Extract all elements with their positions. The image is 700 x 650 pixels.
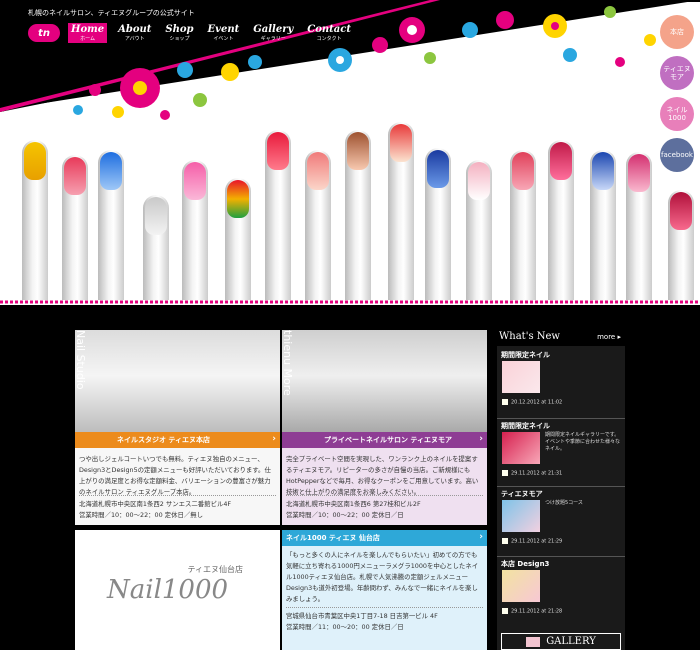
news-category: 期間限定ネイル (501, 351, 550, 359)
news-item[interactable]: 本店 Design3 29.11.2012 at 21:28 (497, 556, 625, 624)
arrow-right-icon: › (272, 434, 276, 444)
whats-new-more-link[interactable]: more ▸ (597, 333, 621, 341)
news-thumbnail (502, 570, 540, 602)
whats-new-title: What's New (499, 331, 560, 342)
whats-new-more-label: more (597, 333, 616, 341)
shop-photo-more (282, 330, 487, 432)
shop-vertical-title-honten: Nail Studio (75, 330, 87, 390)
nail1000-logo: ティエヌ仙台店 Nail1000 (107, 564, 257, 605)
news-category: ティエヌモア (501, 490, 543, 498)
side-button-more-label: ティエヌモア (663, 64, 691, 81)
news-thumbnail (502, 361, 540, 393)
header-hero: 札幌のネイルサロン、ティエヌグループの公式サイト tn Home ホーム Abo… (0, 0, 700, 305)
shop-card-nail1000[interactable]: ネイル1000 ティエヌ 仙台店 › 「もっと多くの人にネイルを楽しんでもらいた… (282, 530, 487, 650)
side-button-more[interactable]: ティエヌモア (660, 56, 694, 90)
calendar-icon (502, 470, 508, 476)
shop-hours-honten: 営業時間／10：00〜22：00 定休日／無し (79, 511, 204, 519)
news-description: つけ放題5コース (545, 500, 583, 506)
nail1000-logo-big: Nail1000 (107, 575, 229, 605)
shop-vertical-title-more: thienu More (282, 330, 294, 396)
shop-banner-more-label: プライベートネイルサロン ティエヌモア (324, 436, 453, 444)
news-thumbnail (502, 432, 540, 464)
nail-photo (0, 0, 700, 300)
shop-info-honten: 北海道札幌市中央区南1条西2 サンエス二番館ビル4F 営業時間／10：00〜22… (79, 492, 276, 521)
news-date-text: 20.12.2012 at 11:02 (511, 399, 563, 406)
shop-banner-honten[interactable]: ネイルスタジオ ティエヌ本店 › (75, 432, 280, 448)
side-button-facebook-label: facebook (661, 150, 693, 159)
news-thumbnail (502, 500, 540, 532)
nail1000-logo-panel[interactable]: ティエヌ仙台店 Nail1000 (75, 530, 280, 650)
news-description: 期間限定ネイルギャラリーです。イベントや季節に合わせた様々なネイル。 (545, 432, 621, 452)
calendar-icon (502, 608, 508, 614)
shop-photo-honten (75, 330, 280, 432)
news-category: 本店 Design3 (501, 560, 550, 568)
news-date: 20.12.2012 at 11:02 (502, 399, 562, 406)
news-date-text: 29.11.2012 at 21:29 (511, 538, 563, 545)
gallery-label: GALLERY (546, 636, 596, 647)
shop-description-nail1000: 「もっと多くの人にネイルを楽しんでもらいたい」初めての方でも気軽に立ち寄れる10… (286, 551, 479, 603)
side-button-honten[interactable]: 本店 (660, 15, 694, 49)
shop-banner-nail1000[interactable]: ネイル1000 ティエヌ 仙台店 › (282, 530, 487, 546)
shop-banner-nail1000-label: ネイル1000 ティエヌ 仙台店 (286, 534, 380, 542)
shop-banner-more[interactable]: プライベートネイルサロン ティエヌモア › (282, 432, 487, 448)
shop-address-nail1000: 宮城県仙台市青葉区中央1丁目7-18 日吉第一ビル 4F (286, 612, 438, 620)
news-date-text: 29.11.2012 at 21:31 (511, 470, 563, 477)
shop-address-honten: 北海道札幌市中央区南1条西2 サンエス二番館ビル4F (79, 500, 232, 508)
side-shop-links: 本店 ティエヌモア ネイル1000 facebook (660, 15, 694, 172)
shop-info-nail1000: 宮城県仙台市青葉区中央1丁目7-18 日吉第一ビル 4F 営業時間／11：00〜… (286, 604, 483, 633)
news-date: 29.11.2012 at 21:29 (502, 538, 562, 545)
news-category: 期間限定ネイル (501, 422, 550, 430)
side-button-nail1000[interactable]: ネイル1000 (660, 97, 694, 131)
arrow-right-icon: › (479, 434, 483, 444)
calendar-icon (502, 538, 508, 544)
shop-banner-honten-label: ネイルスタジオ ティエヌ本店 (117, 436, 211, 444)
shop-hours-nail1000: 営業時間／11：00〜20：00 定休日／日 (286, 623, 404, 631)
arrow-right-icon: › (479, 532, 483, 542)
shop-card-honten[interactable]: Nail Studio ネイルスタジオ ティエヌ本店 › つや出しジェルコートい… (75, 330, 280, 525)
news-date: 29.11.2012 at 21:28 (502, 608, 562, 615)
whats-new-sidebar: What's New more ▸ 期間限定ネイル 20.12.2012 at … (497, 330, 625, 650)
gallery-link[interactable]: GALLERY (501, 633, 621, 650)
whats-new-header: What's New more ▸ (497, 330, 625, 346)
side-button-nail1000-label: ネイル1000 (666, 105, 688, 122)
news-date: 29.11.2012 at 21:31 (502, 470, 562, 477)
gallery-thumb-icon (526, 636, 541, 647)
calendar-icon (502, 399, 508, 405)
side-button-honten-label: 本店 (670, 27, 684, 36)
news-item[interactable]: ティエヌモア つけ放題5コース 29.11.2012 at 21:29 (497, 486, 625, 552)
shop-address-more: 北海道札幌市中央区南1条西6 第27桂和ビル2F (286, 500, 421, 508)
nail1000-logo-small: ティエヌ仙台店 (187, 565, 243, 574)
shop-section: Nail Studio ネイルスタジオ ティエヌ本店 › つや出しジェルコートい… (75, 330, 487, 650)
news-item[interactable]: 期間限定ネイル 20.12.2012 at 11:02 (497, 350, 625, 416)
shop-info-more: 北海道札幌市中央区南1条西6 第27桂和ビル2F 営業時間／10：00〜22：0… (286, 492, 483, 521)
news-item[interactable]: 期間限定ネイル 期間限定ネイルギャラリーです。イベントや季節に合わせた様々なネイ… (497, 418, 625, 484)
shop-hours-more: 営業時間／10：00〜22：00 定休日／日 (286, 511, 404, 519)
side-button-facebook[interactable]: facebook (660, 138, 694, 172)
shop-card-more[interactable]: thienu More プライベートネイルサロン ティエヌモア › 完全プライベ… (282, 330, 487, 525)
news-date-text: 29.11.2012 at 21:28 (511, 608, 563, 615)
